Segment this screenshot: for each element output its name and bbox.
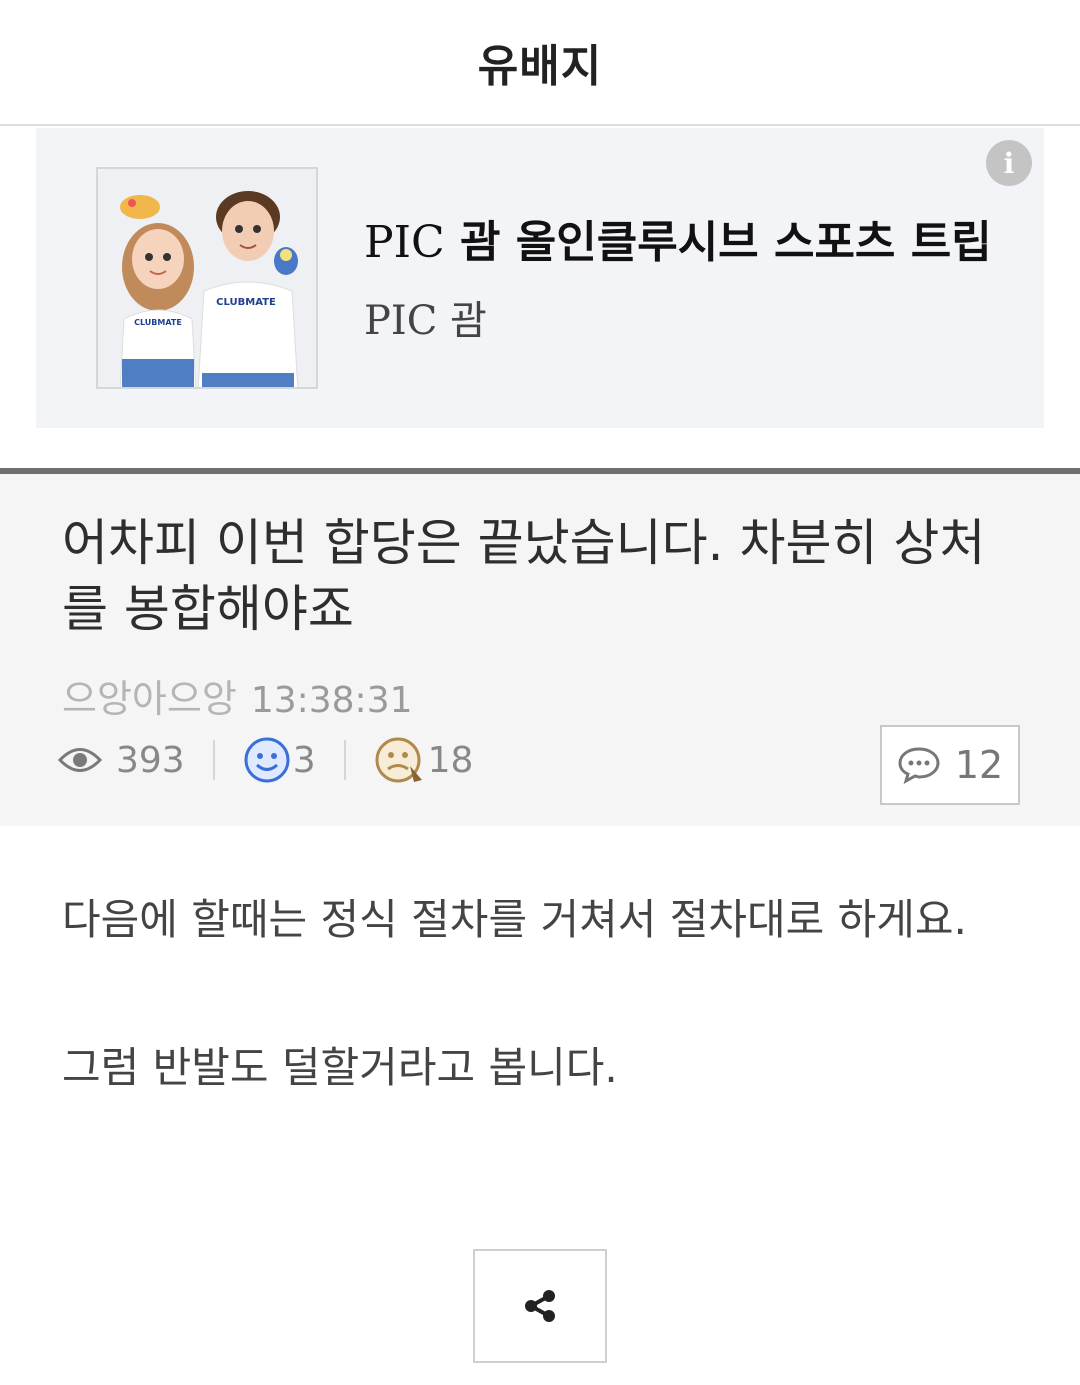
- like-count: 3: [292, 739, 316, 781]
- view-count: 393: [116, 739, 185, 781]
- comment-count-button[interactable]: 12: [880, 725, 1020, 805]
- post-meta: 으앙아으앙 13:38:31: [62, 668, 413, 723]
- comment-count: 12: [954, 743, 1004, 787]
- author-name[interactable]: 으앙아으앙: [62, 677, 237, 721]
- ad-title[interactable]: PIC 괌 올인클루시브 스포츠 트립: [364, 206, 992, 270]
- body-paragraph: 그럼 반발도 덜할거라고 봅니다.: [62, 1043, 618, 1092]
- info-icon[interactable]: i: [986, 140, 1032, 186]
- speech-bubble-icon: [898, 747, 940, 784]
- body-paragraph: 다음에 할때는 정식 절차를 거쳐서 절차대로 하게요.: [62, 895, 967, 944]
- share-button[interactable]: [473, 1249, 607, 1363]
- post-title: 어차피 이번 합당은 끝났습니다. 차분히 상처를 봉합해야죠: [62, 514, 986, 638]
- ad-subtitle[interactable]: PIC 괌: [364, 288, 487, 346]
- ad-thumbnail-image[interactable]: CLUBMATE CLUBMATE: [96, 167, 318, 389]
- smile-icon[interactable]: [243, 736, 291, 784]
- stat-separator: [343, 740, 346, 780]
- post-body: 다음에 할때는 정식 절차를 거쳐서 절차대로 하게요. 그럼 반발도 덜할거라…: [62, 884, 1022, 1104]
- board-title[interactable]: 유배지: [478, 30, 602, 94]
- svg-text:CLUBMATE: CLUBMATE: [134, 318, 182, 327]
- disgust-face-icon[interactable]: [374, 736, 426, 784]
- stat-separator: [212, 740, 215, 780]
- ad-title-brand: PIC: [364, 217, 445, 268]
- ad-title-text: 괌 올인클루시브 스포츠 트립: [444, 217, 992, 268]
- info-glyph: i: [1003, 146, 1015, 180]
- top-bar: 유배지: [0, 0, 1080, 126]
- couple-illustration-image: CLUBMATE CLUBMATE: [98, 169, 316, 387]
- dislike-count: 18: [427, 739, 474, 781]
- svg-text:CLUBMATE: CLUBMATE: [216, 297, 276, 308]
- share-icon: [525, 1290, 555, 1322]
- post-header: 어차피 이번 합당은 끝났습니다. 차분히 상처를 봉합해야죠 으앙아으앙 13:…: [0, 474, 1080, 826]
- post-stats: 393 3 18: [58, 734, 473, 786]
- ad-banner[interactable]: CLUBMATE CLUBMATE i PIC 괌 올인클루시브 스포츠 트립 …: [36, 128, 1044, 428]
- eye-icon: [58, 745, 102, 775]
- post-time: 13:38:31: [250, 680, 413, 721]
